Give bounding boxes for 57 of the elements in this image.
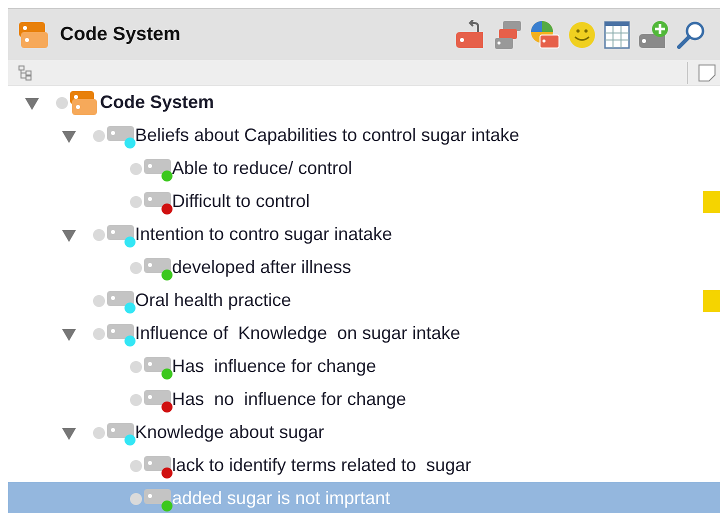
code-label: Knowledge about sugar — [135, 422, 324, 443]
expand-toggle-icon[interactable] — [62, 228, 76, 242]
pie-tag-icon[interactable] — [530, 20, 560, 50]
status-circle — [93, 328, 105, 340]
status-circle — [56, 96, 68, 108]
tree-row[interactable]: Code System — [8, 86, 720, 119]
expand-toggle-icon[interactable] — [62, 426, 76, 440]
search-icon[interactable] — [676, 20, 706, 50]
memo-marker[interactable] — [703, 290, 720, 312]
status-circle — [130, 394, 142, 406]
expand-toggle-icon[interactable] — [62, 326, 76, 340]
tree-row[interactable]: Has no influence for change — [8, 383, 720, 416]
tree-row[interactable]: Able to reduce/ control — [8, 152, 720, 185]
tags-icon — [17, 20, 49, 50]
code-label: Difficult to control — [172, 191, 310, 212]
code-label: Beliefs about Capabilities to control sugar intake — [135, 125, 520, 146]
code-label: Intention to contro sugar inatake — [135, 224, 392, 245]
tree-row[interactable]: Beliefs about Capabilities to control sugar intake — [8, 119, 720, 152]
tag-plus-icon[interactable] — [637, 20, 669, 50]
status-circle — [93, 426, 105, 438]
status-circle — [130, 360, 142, 372]
tree-row[interactable]: Intention to contro sugar inatake — [8, 218, 720, 251]
tree-structure-icon[interactable] — [18, 64, 32, 80]
code-label: Has influence for change — [172, 356, 376, 377]
status-circle — [93, 294, 105, 306]
smiley-icon[interactable] — [567, 20, 597, 50]
code-label: Oral health practice — [135, 290, 292, 311]
expand-toggle-icon[interactable] — [62, 128, 76, 142]
tag-arrow-icon[interactable] — [454, 20, 486, 50]
status-circle — [130, 196, 142, 208]
status-circle — [130, 492, 142, 504]
code-label: Code System — [100, 92, 214, 113]
code-label: Influence of Knowledge on sugar intake — [135, 323, 460, 344]
tree-row[interactable]: lack to identify terms related to sugar — [8, 449, 720, 482]
status-circle — [130, 262, 142, 274]
tags-icon — [69, 88, 99, 116]
code-label: developed after illness — [172, 257, 352, 278]
tree-row[interactable]: Oral health practice — [8, 284, 720, 317]
code-label: lack to identify terms related to sugar — [172, 455, 472, 476]
tree-row[interactable]: Influence of Knowledge on sugar intake — [8, 317, 720, 350]
tags-stack-icon[interactable] — [493, 20, 523, 50]
grid-icon[interactable] — [604, 20, 630, 48]
tree-row[interactable]: developed after illness — [8, 251, 720, 284]
code-label: added sugar is not imprtant — [172, 488, 390, 509]
memo-icon[interactable] — [698, 64, 716, 82]
expand-toggle-icon[interactable] — [25, 96, 39, 110]
memo-marker[interactable] — [703, 190, 720, 212]
status-circle — [130, 460, 142, 472]
tree-row[interactable]: Difficult to control — [8, 185, 720, 218]
status-circle — [93, 130, 105, 142]
tree-row[interactable]: Knowledge about sugar — [8, 416, 720, 449]
status-circle — [130, 162, 142, 174]
panel-title: Code System — [60, 24, 180, 46]
tree-row[interactable]: Has influence for change — [8, 350, 720, 383]
code-label: Able to reduce/ control — [172, 158, 352, 179]
code-label: Has no influence for change — [172, 389, 406, 410]
status-circle — [93, 228, 105, 240]
